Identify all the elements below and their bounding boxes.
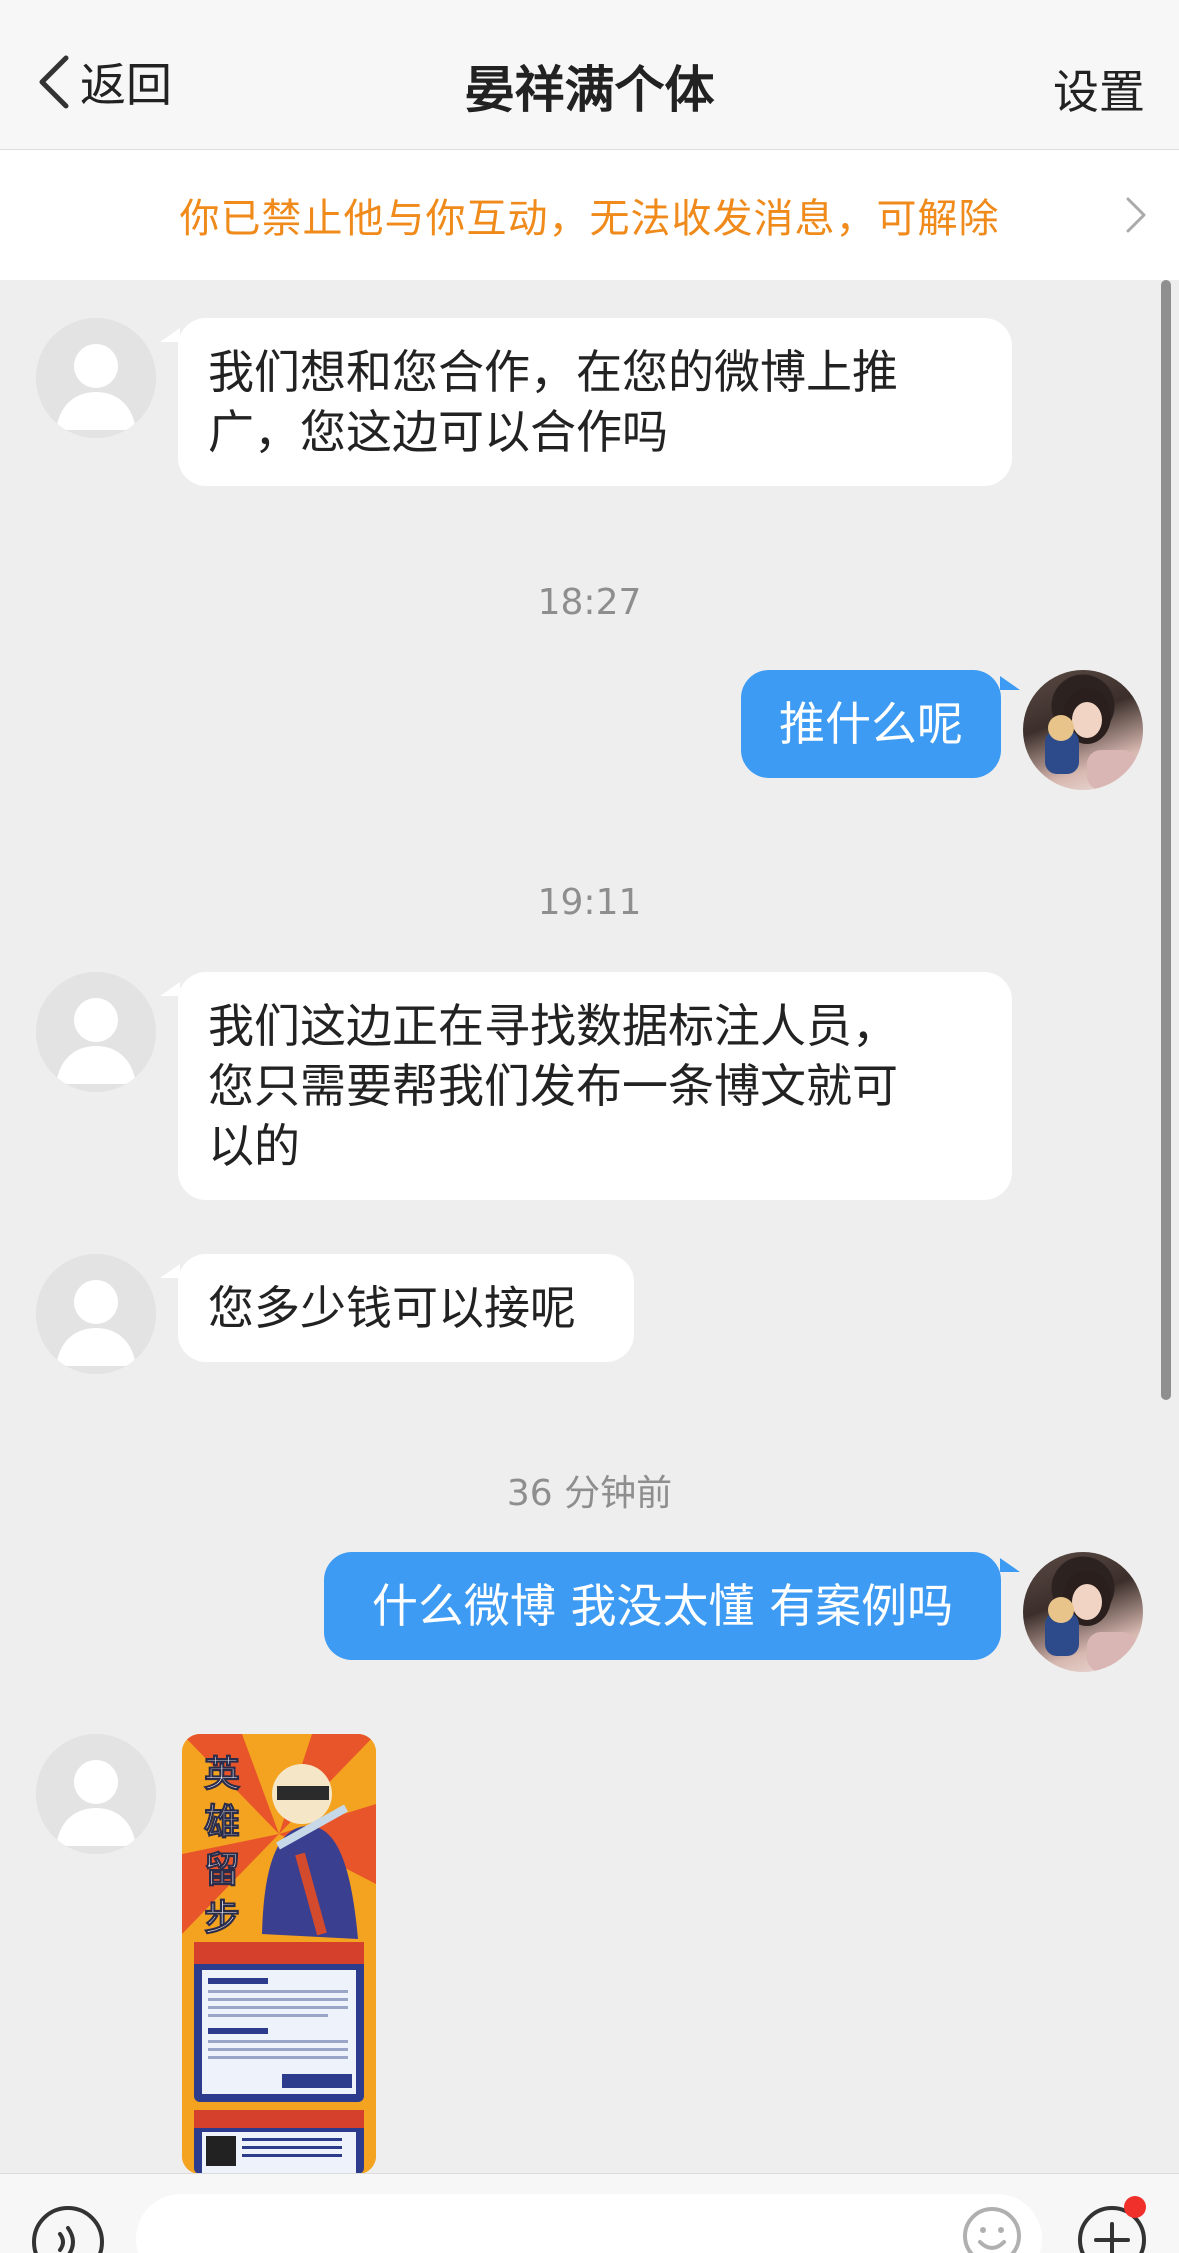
voice-input-icon[interactable]	[30, 2204, 106, 2253]
settings-button[interactable]: 设置	[1053, 56, 1145, 122]
chat-scrollbar[interactable]	[1161, 280, 1171, 1400]
message-text-line: 广，您这边可以合作吗	[208, 405, 668, 459]
profile-photo	[1045, 1570, 1137, 1672]
sender-avatar[interactable]	[36, 972, 156, 1092]
message-bubble-incoming[interactable]: 我们想和您合作，在您的微博上推 广，您这边可以合作吗	[178, 318, 1012, 486]
poster-title-char: 留	[204, 1850, 240, 1891]
chevron-left-icon	[39, 55, 69, 109]
message-bubble-outgoing[interactable]: 什么微博 我没太懂 有案例吗	[324, 1552, 1001, 1660]
message-text-line: 您只需要帮我们发布一条博文就可	[208, 1059, 898, 1113]
blocked-notice-text: 你已禁止他与你互动，无法收发消息，可解除	[179, 196, 1000, 242]
message-text-line: 我们想和您合作，在您的微博上推	[208, 345, 898, 399]
chat-message-list[interactable]: 我们想和您合作，在您的微博上推 广，您这边可以合作吗 18:27 推什么呢 19…	[0, 280, 1179, 2173]
sender-avatar[interactable]	[36, 1734, 156, 1854]
message-bubble-outgoing[interactable]: 推什么呢	[741, 670, 1001, 778]
chevron-right-icon	[1126, 197, 1146, 233]
emoji-icon[interactable]	[962, 2206, 1022, 2253]
back-button[interactable]: 返回	[34, 52, 172, 112]
sender-avatar[interactable]	[36, 1254, 156, 1374]
poster-artwork: 英 雄 留 步	[182, 1734, 376, 2173]
blocked-notice-banner[interactable]: 你已禁止他与你互动，无法收发消息，可解除	[0, 150, 1179, 280]
poster-title-char: 雄	[204, 1802, 240, 1843]
message-timestamp: 19:11	[537, 882, 642, 923]
default-user-icon	[36, 1734, 156, 1854]
default-user-icon	[36, 318, 156, 438]
message-bubble-incoming[interactable]: 我们这边正在寻找数据标注人员， 您只需要帮我们发布一条博文就可 以的	[178, 972, 1012, 1200]
notification-dot	[1124, 2196, 1146, 2218]
sender-avatar[interactable]	[36, 318, 156, 438]
message-input[interactable]	[136, 2194, 1042, 2253]
default-user-icon	[36, 1254, 156, 1374]
bubble-tail	[160, 328, 180, 342]
poster-title-char: 英	[204, 1754, 241, 1795]
profile-photo	[1045, 688, 1137, 790]
message-input-bar	[0, 2173, 1179, 2253]
message-timestamp: 36 分钟前	[506, 1473, 673, 1514]
bubble-tail	[1000, 676, 1020, 690]
image-message-recruitment-poster[interactable]: 英 雄 留 步	[182, 1734, 376, 2173]
message-text-line: 以的	[208, 1119, 300, 1173]
bubble-tail	[160, 1264, 180, 1278]
message-text-line: 我们这边正在寻找数据标注人员，	[208, 999, 898, 1053]
message-timestamp: 18:27	[537, 582, 642, 623]
default-user-icon	[36, 972, 156, 1092]
my-avatar[interactable]	[1023, 670, 1143, 790]
message-bubble-incoming[interactable]: 您多少钱可以接呢	[178, 1254, 634, 1362]
back-label: 返回	[80, 58, 172, 112]
bubble-tail	[1000, 1558, 1020, 1572]
poster-title-char: 步	[204, 1898, 240, 1939]
bubble-tail	[160, 982, 180, 996]
my-avatar[interactable]	[1023, 1552, 1143, 1672]
page-title: 晏祥满个体	[464, 61, 715, 119]
top-navigation-bar: 返回 晏祥满个体 设置	[0, 0, 1179, 150]
